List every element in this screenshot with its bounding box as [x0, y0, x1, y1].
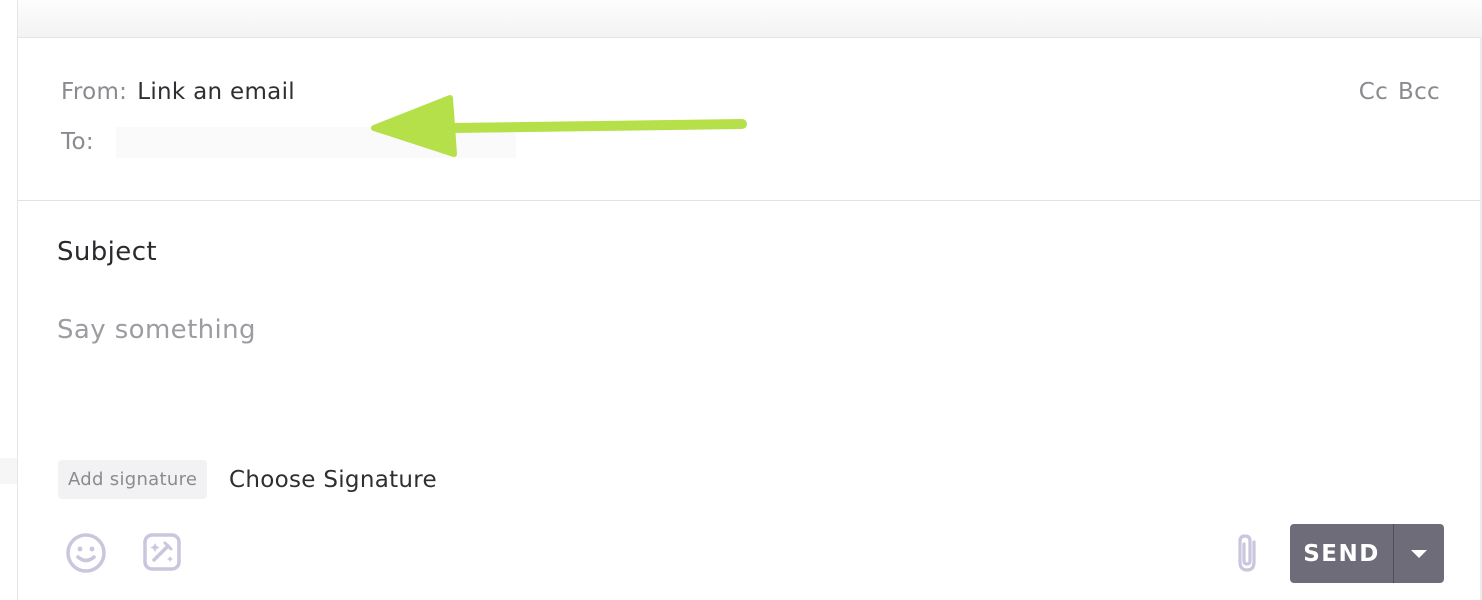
send-button[interactable]: SEND [1290, 524, 1393, 583]
left-gutter [0, 0, 18, 600]
from-row: From: Link an email [61, 75, 295, 109]
paperclip-icon [1238, 534, 1256, 572]
message-body[interactable]: Say something [57, 315, 256, 345]
to-label: To: [61, 129, 94, 155]
annotation-arrow [371, 95, 747, 157]
recipient-header: From: Link an email Cc Bcc To: [18, 38, 1480, 201]
send-button-group: SEND [1290, 524, 1444, 583]
link-email-link[interactable]: Link an email [137, 79, 295, 105]
gutter-shade [0, 458, 17, 484]
magic-wand-icon [143, 533, 181, 571]
email-composer: From: Link an email Cc Bcc To: Subject S… [0, 0, 1482, 600]
caret-down-icon [1411, 549, 1427, 558]
choose-signature-link[interactable]: Choose Signature [229, 462, 437, 498]
attach-button[interactable] [1226, 529, 1270, 577]
add-signature-badge: Add signature [58, 460, 208, 499]
top-strip [18, 0, 1482, 38]
bcc-toggle[interactable]: Bcc [1398, 79, 1440, 105]
send-options-dropdown[interactable] [1394, 524, 1444, 583]
cc-bcc-toggles: Cc Bcc [1359, 75, 1440, 109]
from-label: From: [61, 79, 128, 105]
cc-toggle[interactable]: Cc [1359, 79, 1388, 105]
emoji-button[interactable] [62, 529, 110, 577]
to-row: To: [61, 125, 94, 159]
subject-input[interactable]: Subject [57, 237, 157, 267]
magic-wand-button[interactable] [139, 529, 185, 575]
smiley-icon [66, 533, 106, 573]
